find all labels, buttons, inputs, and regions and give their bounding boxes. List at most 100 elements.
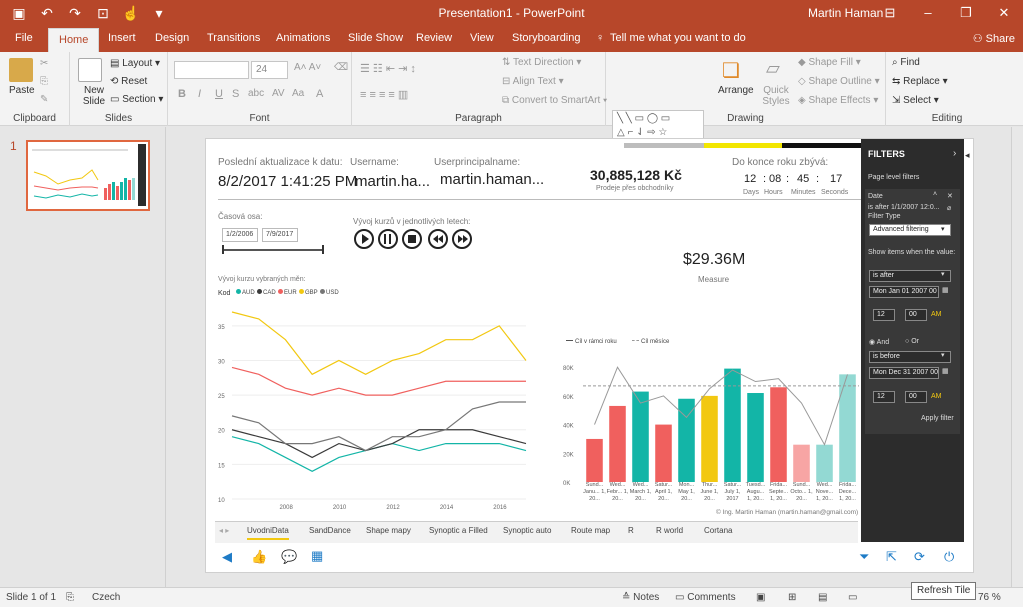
page-tab[interactable]: Shape mapy xyxy=(366,526,411,535)
condition2-dropdown-icon[interactable]: ▾ xyxy=(941,351,945,359)
date-range-slider[interactable] xyxy=(222,249,324,251)
quick-styles-button[interactable]: Quick Styles xyxy=(761,85,791,107)
text-direction-button[interactable]: ⇅ Text Direction ▾ xyxy=(502,57,581,68)
quick-styles-icon[interactable]: ▱ xyxy=(766,58,780,79)
shape-fill-button[interactable]: ◆ Shape Fill ▾ xyxy=(798,57,861,68)
and-radio[interactable]: ◉ And xyxy=(869,338,889,346)
apply-filter-button[interactable]: Apply filter xyxy=(921,415,954,422)
slide-sorter-icon[interactable]: ⊞ xyxy=(788,592,796,603)
eraser-icon[interactable]: ⌀ xyxy=(947,204,951,212)
page-tab[interactable]: Cortana xyxy=(704,526,732,535)
strikethrough-icon[interactable]: abc xyxy=(248,88,264,99)
arrange-icon[interactable]: ❏ xyxy=(722,58,740,83)
select-button[interactable]: ⇲ Select ▾ xyxy=(892,95,939,106)
page-tab[interactable]: R xyxy=(628,526,634,535)
page-tab[interactable]: SandDance xyxy=(309,526,351,535)
minute1-input[interactable]: 00 xyxy=(905,309,927,321)
date-to-input[interactable]: 7/9/2017 xyxy=(262,228,298,242)
condition1-dropdown-icon[interactable]: ▾ xyxy=(941,270,945,278)
share-button[interactable]: ⚇ Share xyxy=(973,32,1015,45)
filter-icon[interactable]: ⏷ xyxy=(859,549,869,565)
page-tab[interactable]: Route map xyxy=(571,526,610,535)
condition2-select[interactable]: is before xyxy=(869,351,951,363)
page-tab[interactable]: R world xyxy=(656,526,683,535)
find-button[interactable]: ⌕ Find xyxy=(892,57,920,68)
condition1-select[interactable]: is after xyxy=(869,270,951,282)
or-radio[interactable]: ○ Or xyxy=(905,338,919,345)
hour2-input[interactable]: 12 xyxy=(873,391,895,403)
align-text-button[interactable]: ⊟ Align Text ▾ xyxy=(502,76,564,87)
page-tab[interactable]: UvodniData xyxy=(247,526,289,540)
ampm2[interactable]: AM xyxy=(931,393,942,400)
shadow-icon[interactable]: S xyxy=(232,88,239,100)
date-from-input[interactable]: 1/2/2006 xyxy=(222,228,258,242)
arrange-button[interactable]: Arrange xyxy=(718,85,754,96)
replace-button[interactable]: ⇆ Replace ▾ xyxy=(892,76,948,87)
calendar-icon[interactable]: ▦ xyxy=(942,367,949,375)
tell-me-search[interactable]: Tell me what you want to do xyxy=(610,32,746,44)
zoom-level[interactable]: 76 % xyxy=(978,592,1001,603)
tab-design[interactable]: Design xyxy=(155,32,189,44)
collapse-pane-icon[interactable]: ◂ xyxy=(965,150,970,161)
date2-input[interactable]: Mon Dec 31 2007 00 xyxy=(869,367,939,379)
section-button[interactable]: ▭ Section ▾ xyxy=(110,94,163,105)
line-icon[interactable]: ╲ ╲ ▭ ◯ ▭ xyxy=(617,113,670,124)
smartart-button[interactable]: ⧉ Convert to SmartArt ▾ xyxy=(502,95,607,106)
refresh-icon[interactable]: ⟳ xyxy=(914,549,925,565)
back-icon[interactable]: ◀ xyxy=(222,549,232,565)
format-painter-icon[interactable]: ✎ xyxy=(40,94,48,105)
bold-icon[interactable]: B xyxy=(178,88,186,100)
normal-view-icon[interactable]: ▣ xyxy=(756,592,765,603)
grow-font-icon[interactable]: A˄ A˅ xyxy=(294,62,321,73)
open-icon[interactable]: ⇱ xyxy=(886,549,897,565)
tab-slide-show[interactable]: Slide Show xyxy=(348,32,403,44)
align-icon[interactable]: ≡ ≡ ≡ ≡ ▥ xyxy=(360,88,408,101)
ampm1[interactable]: AM xyxy=(931,311,942,318)
filter-type-dropdown-icon[interactable]: ▾ xyxy=(941,225,945,233)
tab-file[interactable]: File xyxy=(15,32,33,44)
vertical-scrollbar[interactable] xyxy=(1011,127,1023,587)
slide-thumbnail[interactable] xyxy=(26,140,150,211)
italic-icon[interactable]: I xyxy=(198,88,201,100)
collapse-icon[interactable]: ˄ xyxy=(933,191,937,198)
change-case-icon[interactable]: Aa xyxy=(292,88,304,99)
tab-home[interactable]: Home xyxy=(48,28,100,52)
comment-icon[interactable]: 💬 xyxy=(281,549,297,565)
notes-button[interactable]: ≙ Notes xyxy=(622,592,659,603)
like-icon[interactable]: 👍 xyxy=(251,549,267,565)
new-slide-button[interactable]: New Slide xyxy=(76,85,112,107)
hour1-input[interactable]: 12 xyxy=(873,309,895,321)
font-color-icon[interactable]: A xyxy=(316,88,323,100)
new-slide-icon[interactable] xyxy=(78,58,102,82)
cut-icon[interactable]: ✂ xyxy=(40,58,48,69)
char-spacing-icon[interactable]: AV xyxy=(272,88,285,99)
font-size-box[interactable]: 24 xyxy=(251,61,288,79)
language[interactable]: Czech xyxy=(92,592,120,603)
underline-icon[interactable]: U xyxy=(215,88,223,100)
spellcheck-icon[interactable]: ⎘ xyxy=(66,592,74,603)
line-chart[interactable]: 10 15 20 25 30 35 2008 2010 2012 2014 2016 xyxy=(216,304,536,519)
reading-view-icon[interactable]: ▤ xyxy=(818,592,827,603)
page-tab[interactable]: Synoptic auto xyxy=(503,526,551,535)
clear-format-icon[interactable]: ⌫ xyxy=(334,62,348,73)
tab-animations[interactable]: Animations xyxy=(276,32,330,44)
comments-button[interactable]: ▭ Comments xyxy=(675,592,736,603)
page-tab[interactable]: Synoptic a Filled xyxy=(429,526,488,535)
tiles-icon[interactable]: ▦ xyxy=(311,548,323,564)
reset-button[interactable]: ⟲ Reset xyxy=(110,76,147,87)
paste-icon[interactable] xyxy=(9,58,33,82)
ribbon-display-icon[interactable]: ⊟ xyxy=(871,0,909,28)
copy-icon[interactable]: ⎘ xyxy=(40,76,48,87)
restore-icon[interactable]: ❐ xyxy=(947,0,985,28)
chevron-right-icon[interactable]: › xyxy=(953,148,956,159)
clear-filter-icon[interactable]: ✕ xyxy=(947,192,953,200)
triangle-icon[interactable]: △ ⌐ ⇃ ⇨ ☆ xyxy=(617,127,667,138)
slide-canvas[interactable]: Poslední aktualizace k datu: 8/2/2017 1:… xyxy=(205,138,974,573)
tab-review[interactable]: Review xyxy=(416,32,452,44)
shape-outline-button[interactable]: ◇ Shape Outline ▾ xyxy=(798,76,880,87)
date1-input[interactable]: Mon Jan 01 2007 00 xyxy=(869,286,939,298)
bullets-icon[interactable]: ☰ ☷ ⇤ ⇥ ↕ xyxy=(360,62,416,75)
font-name-box[interactable] xyxy=(174,61,249,79)
tabs-scroll-left-icon[interactable]: ◂ ▸ xyxy=(219,526,229,535)
paste-button[interactable]: Paste xyxy=(9,85,35,96)
